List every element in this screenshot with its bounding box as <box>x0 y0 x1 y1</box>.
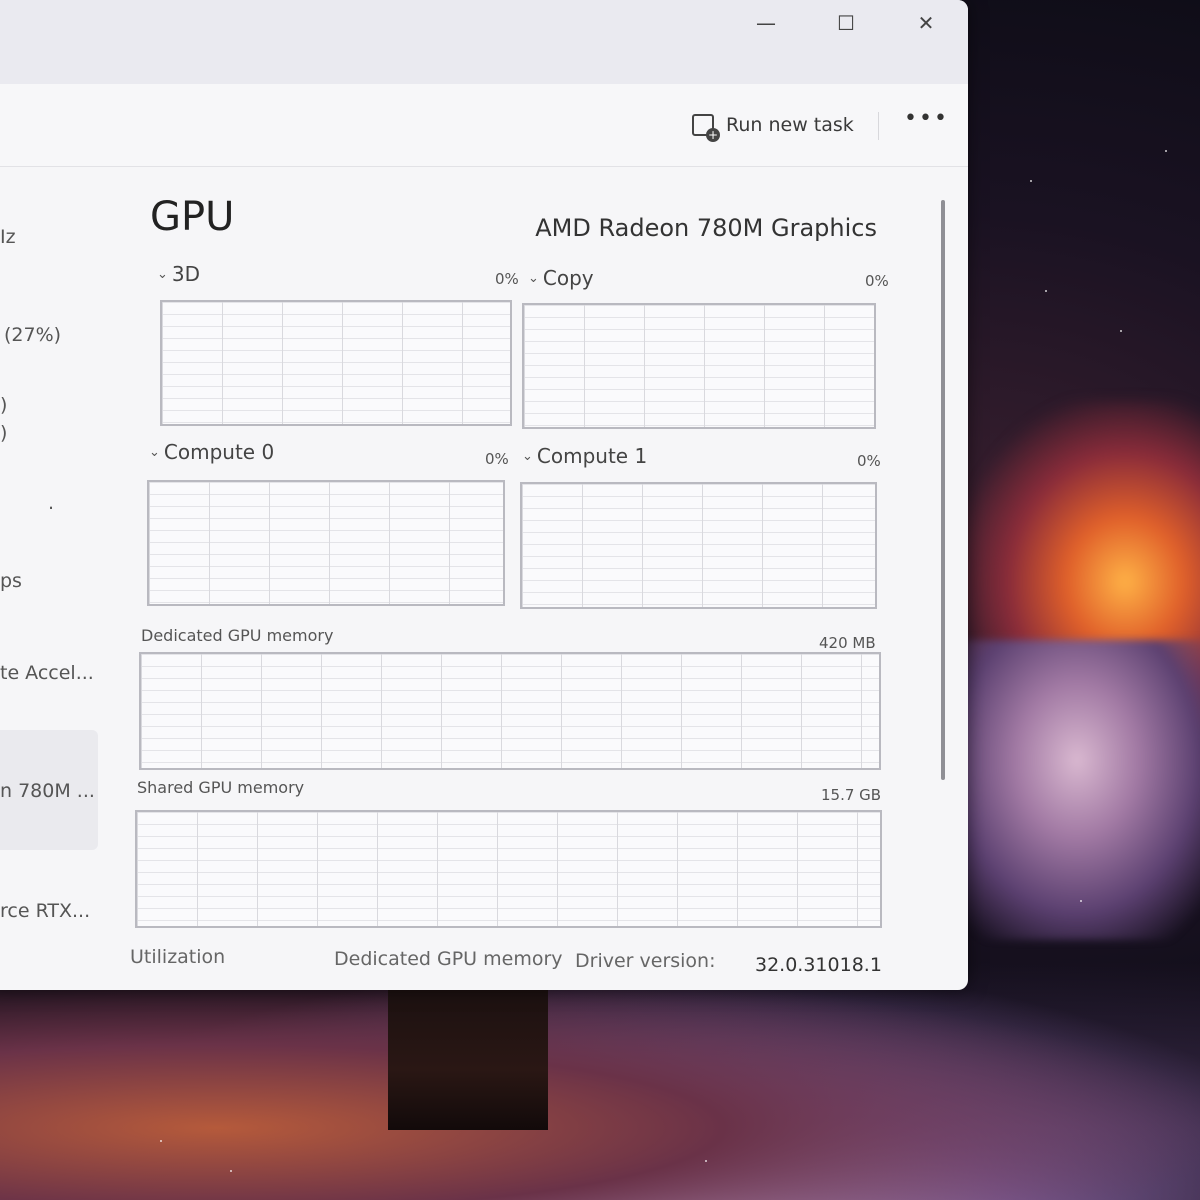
graph-copy <box>522 303 876 429</box>
toolbar-separator <box>878 112 879 140</box>
sidebar-fragment[interactable]: te Accel... <box>0 662 94 684</box>
star <box>160 1140 162 1142</box>
wallpaper-tower <box>388 980 548 1130</box>
run-task-icon <box>692 114 720 142</box>
sidebar-fragment[interactable]: ) <box>0 394 7 416</box>
engine-percent: 0% <box>495 270 519 288</box>
star <box>1080 900 1082 902</box>
graph-3d <box>160 300 512 426</box>
star <box>230 1170 232 1172</box>
shared-memory-value: 15.7 GB <box>821 786 882 804</box>
utilization-label: Utilization <box>130 946 226 968</box>
vertical-scrollbar[interactable] <box>941 200 945 780</box>
engine-selector-copy[interactable]: ⌄ Copy <box>528 266 594 290</box>
more-options-button[interactable]: ••• <box>904 106 949 131</box>
task-manager-window: — ☐ ✕ Run new task ••• Iz (27%) ) ) . ps… <box>0 0 968 990</box>
minimize-button[interactable]: — <box>742 6 790 40</box>
driver-version-value: 32.0.31018.1 <box>755 954 882 976</box>
shared-memory-label: Shared GPU memory <box>137 778 305 797</box>
page-title: GPU <box>150 194 235 240</box>
run-new-task-button[interactable]: Run new task <box>692 110 854 142</box>
gpu-device-name: AMD Radeon 780M Graphics <box>535 214 877 242</box>
engine-selector-3d[interactable]: ⌄ 3D <box>157 262 200 286</box>
star <box>1165 150 1167 152</box>
star <box>1045 290 1047 292</box>
run-new-task-label: Run new task <box>726 114 854 136</box>
graph-dedicated-memory <box>139 652 881 770</box>
sidebar-fragment[interactable]: ps <box>0 570 22 592</box>
gpu-performance-panel: GPU AMD Radeon 780M Graphics ⌄ 3D 0% ⌄ Cop… <box>130 170 945 990</box>
wallpaper-cloud-right <box>960 640 1200 940</box>
dedicated-memory-value: 420 MB <box>819 634 876 652</box>
chevron-down-icon: ⌄ <box>157 267 168 282</box>
graph-compute-0 <box>147 480 505 606</box>
engine-percent: 0% <box>857 452 881 470</box>
wallpaper-cloud-bottom <box>0 960 1200 1200</box>
sidebar-fragment[interactable]: Iz <box>0 226 16 248</box>
engine-percent: 0% <box>485 450 509 468</box>
sidebar-fragment[interactable]: n 780M ... <box>0 780 95 802</box>
engine-label: 3D <box>171 262 201 286</box>
star <box>705 1160 707 1162</box>
engine-selector-compute-1[interactable]: ⌄ Compute 1 <box>522 444 647 468</box>
star <box>1030 180 1032 182</box>
chevron-down-icon: ⌄ <box>528 271 539 286</box>
engine-label: Compute 1 <box>536 444 648 468</box>
engine-label: Compute 0 <box>163 440 275 464</box>
sidebar-fragment[interactable]: ) <box>0 422 7 444</box>
chevron-down-icon: ⌄ <box>149 445 160 460</box>
sidebar-fragment[interactable]: rce RTX... <box>0 900 90 922</box>
chevron-down-icon: ⌄ <box>522 449 533 464</box>
dedicated-memory-stat-label: Dedicated GPU memory <box>334 948 563 970</box>
graph-compute-1 <box>520 482 877 609</box>
title-bar[interactable]: — ☐ ✕ <box>0 0 968 84</box>
star <box>1120 330 1122 332</box>
dedicated-memory-label: Dedicated GPU memory <box>141 626 334 645</box>
driver-version-label: Driver version: <box>575 950 716 972</box>
sidebar-fragment[interactable]: (27%) <box>4 324 61 346</box>
close-button[interactable]: ✕ <box>902 6 950 40</box>
engine-percent: 0% <box>865 272 889 290</box>
toolbar: Run new task ••• <box>0 84 968 167</box>
graph-shared-memory <box>135 810 882 928</box>
maximize-button[interactable]: ☐ <box>822 6 870 40</box>
engine-selector-compute-0[interactable]: ⌄ Compute 0 <box>149 440 274 464</box>
engine-label: Copy <box>542 266 594 290</box>
sidebar-fragment[interactable]: . <box>48 492 54 514</box>
